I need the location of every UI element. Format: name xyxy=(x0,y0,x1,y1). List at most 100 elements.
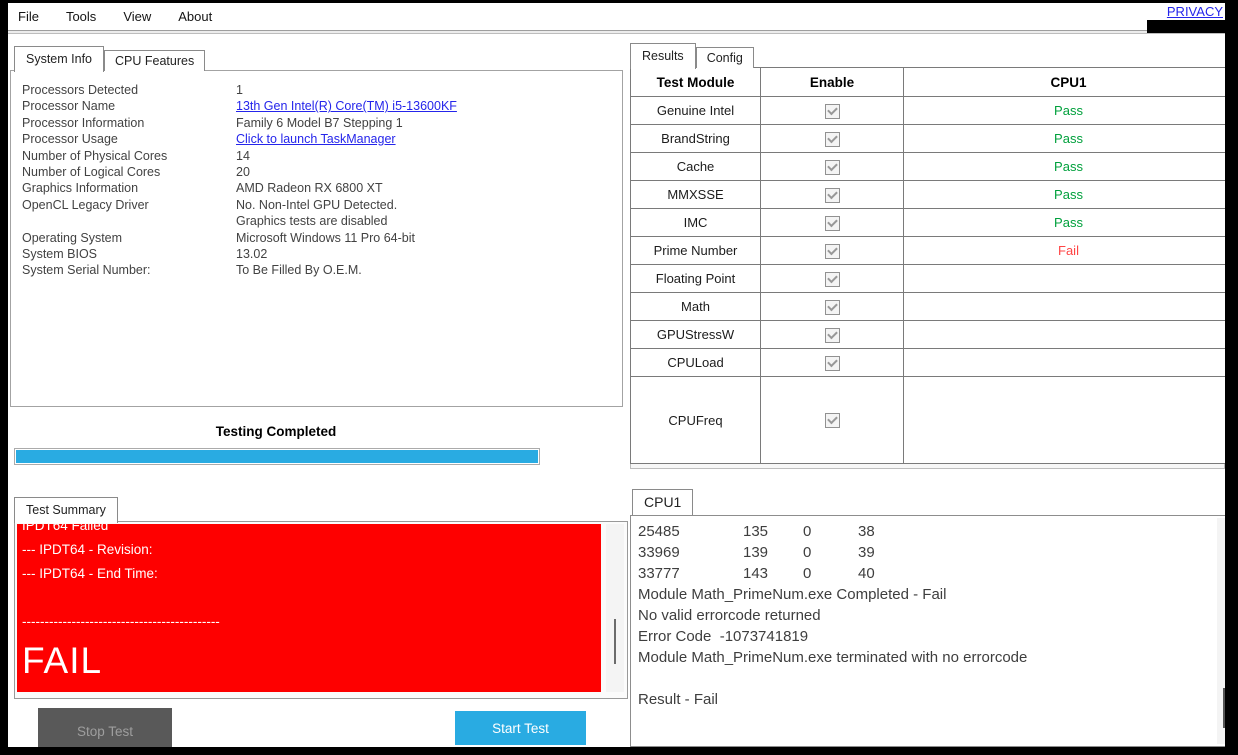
result-cell xyxy=(903,292,1234,321)
scrollbar-thumb[interactable] xyxy=(614,619,616,664)
log-number-row: 33969 139 0 39 xyxy=(638,542,1213,563)
window-border-bottom xyxy=(0,747,1238,755)
enable-checkbox[interactable] xyxy=(824,243,840,259)
info-label: Processors Detected xyxy=(22,83,139,97)
info-label: Processor Information xyxy=(22,115,145,130)
table-row: Prime Number Fail xyxy=(630,236,1234,265)
info-label: Operating System xyxy=(22,230,123,245)
info-label: System BIOS xyxy=(22,247,98,262)
info-value-link[interactable]: Click to launch TaskManager xyxy=(236,132,396,146)
info-value: 20 xyxy=(236,165,250,180)
table-row: IMC Pass xyxy=(630,208,1234,237)
log-cell: 33777 xyxy=(638,565,680,582)
column-header-enable: Enable xyxy=(760,67,904,97)
system-info-rows: Processors Detected 1 Processor Name 13th G… xyxy=(22,82,457,279)
start-test-button[interactable]: Start Test xyxy=(455,711,586,745)
menubar-item-view[interactable]: View xyxy=(123,9,151,24)
enable-cell xyxy=(760,348,904,377)
enable-checkbox[interactable] xyxy=(824,271,840,287)
table-row: MMXSSE Pass xyxy=(630,180,1234,209)
result-cell xyxy=(903,348,1234,377)
results-tabs: Results Config xyxy=(630,43,754,69)
log-line: Module Math_PrimeNum.exe terminated with… xyxy=(638,649,1028,666)
log-content: 25485 135 0 38 33969 139 0 39 33777 143 0 40 Module … xyxy=(638,521,1213,710)
info-value-link[interactable]: 13th Gen Intel(R) Core(TM) i5-13600KF xyxy=(236,99,457,113)
enable-checkbox[interactable] xyxy=(824,413,840,429)
enable-cell xyxy=(760,292,904,321)
window-border-right xyxy=(1225,0,1238,755)
info-label: OpenCL Legacy Driver xyxy=(22,197,149,212)
summary-line: IPDT64 Failed xyxy=(22,524,109,533)
enable-checkbox[interactable] xyxy=(824,327,840,343)
enable-checkbox[interactable] xyxy=(824,131,840,147)
info-value: 13.02 xyxy=(236,247,268,262)
enable-checkbox[interactable] xyxy=(824,215,840,231)
system-info-row: Processors Detected 1 xyxy=(22,82,457,98)
tab-config[interactable]: Config xyxy=(695,47,754,68)
info-label: Processor Name xyxy=(22,99,116,114)
log-cell: 39 xyxy=(858,544,875,561)
enable-cell xyxy=(760,264,904,293)
enable-checkbox[interactable] xyxy=(824,159,840,175)
top-right-decoration xyxy=(1147,20,1225,33)
enable-cell xyxy=(760,320,904,349)
table-row: Math xyxy=(630,292,1234,321)
result-cell: Pass xyxy=(903,124,1234,153)
summary-line: --- IPDT64 - End Time: xyxy=(22,566,158,581)
tab-test-summary[interactable]: Test Summary xyxy=(14,497,118,523)
system-info-row: Processor Name 13th Gen Intel(R) Core(TM)… xyxy=(22,98,457,114)
info-value: Family 6 Model B7 Stepping 1 xyxy=(236,115,403,130)
menubar-item-file[interactable]: File xyxy=(18,9,39,24)
enable-checkbox[interactable] xyxy=(824,103,840,119)
info-value: To Be Filled By O.E.M. xyxy=(236,263,362,278)
system-info-panel: Processors Detected 1 Processor Name 13th G… xyxy=(10,70,623,407)
enable-cell xyxy=(760,180,904,209)
tab-system-info[interactable]: System Info xyxy=(14,46,104,72)
system-info-row: System Serial Number: To Be Filled By O.E… xyxy=(22,262,457,278)
system-info-row: Graphics Information AMD Radeon RX 6800 X… xyxy=(22,180,457,196)
result-cell: Pass xyxy=(903,208,1234,237)
enable-cell xyxy=(760,124,904,153)
enable-cell xyxy=(760,96,904,125)
tab-results[interactable]: Results xyxy=(630,43,696,69)
info-label: Number of Logical Cores xyxy=(22,165,161,180)
privacy-link[interactable]: PRIVACY xyxy=(1167,4,1223,19)
log-line: No valid errorcode returned xyxy=(638,607,821,624)
window-border-top xyxy=(0,0,1238,3)
progress-fill xyxy=(16,450,538,463)
results-header-row: Test Module Enable CPU1 xyxy=(630,67,1234,97)
log-cell: 40 xyxy=(858,565,875,582)
summary-scrollbar[interactable] xyxy=(606,524,624,692)
system-info-row: OpenCL Legacy Driver No. Non-Intel GPU De… xyxy=(22,197,457,213)
column-header-cpu1: CPU1 xyxy=(903,67,1234,97)
module-name-cell: MMXSSE xyxy=(630,180,761,209)
system-info-row: Graphics tests are disabled xyxy=(22,213,457,229)
table-row: GPUStressW xyxy=(630,320,1234,349)
summary-tabs: Test Summary xyxy=(14,497,118,523)
log-cell: 38 xyxy=(858,523,875,540)
log-panel: 25485 135 0 38 33969 139 0 39 33777 143 0 40 Module … xyxy=(630,515,1234,747)
system-info-row: Operating System Microsoft Windows 11 Pro… xyxy=(22,230,457,246)
summary-line: ----------------------------------------… xyxy=(22,614,220,629)
log-line: Error Code -1073741819 xyxy=(638,628,809,645)
module-name-cell: CPUFreq xyxy=(630,376,761,464)
tab-cpu-features[interactable]: CPU Features xyxy=(104,50,206,71)
enable-checkbox[interactable] xyxy=(824,299,840,315)
enable-checkbox[interactable] xyxy=(824,187,840,203)
tab-cpu1[interactable]: CPU1 xyxy=(632,489,694,515)
table-row: Floating Point xyxy=(630,264,1234,293)
module-name-cell: Floating Point xyxy=(630,264,761,293)
menubar: File Tools View About xyxy=(8,3,1225,30)
menubar-item-about[interactable]: About xyxy=(178,9,212,24)
info-value: 14 xyxy=(236,148,250,163)
info-label: Number of Physical Cores xyxy=(22,148,168,163)
module-name-cell: Prime Number xyxy=(630,236,761,265)
log-cell: 139 xyxy=(743,544,769,561)
enable-checkbox[interactable] xyxy=(824,355,840,371)
module-name-cell: BrandString xyxy=(630,124,761,153)
menubar-item-tools[interactable]: Tools xyxy=(66,9,96,24)
log-tabs: CPU1 xyxy=(632,489,694,515)
result-cell xyxy=(903,376,1234,464)
info-value: No. Non-Intel GPU Detected. xyxy=(236,197,398,212)
